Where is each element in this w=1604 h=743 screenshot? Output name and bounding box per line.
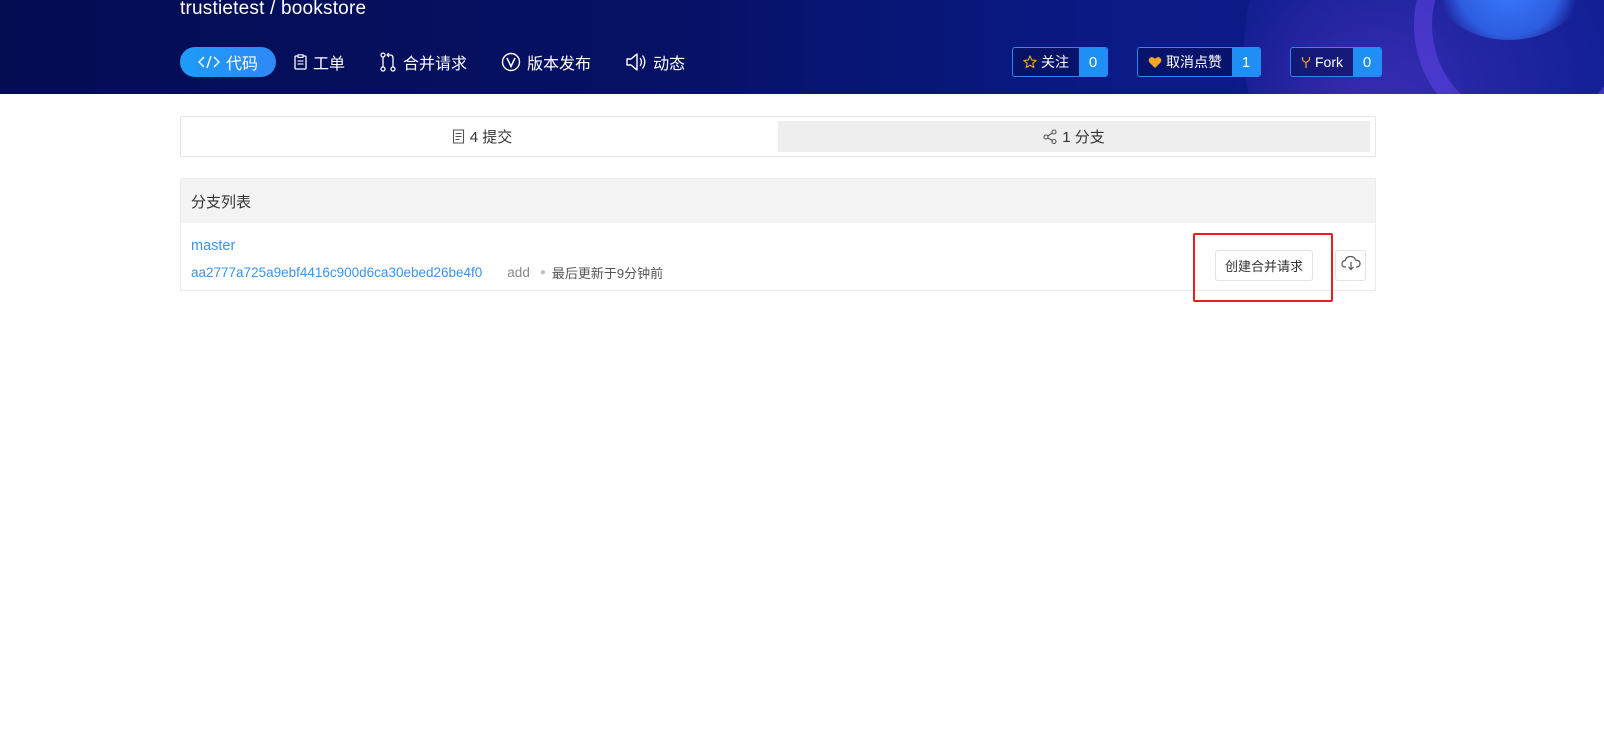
tab-pull-requests-label: 合并请求 bbox=[403, 56, 468, 73]
pull-request-icon bbox=[379, 52, 397, 72]
fork-count[interactable]: 0 bbox=[1353, 48, 1381, 76]
heart-icon bbox=[1148, 56, 1162, 69]
separator-dot: ● bbox=[539, 267, 546, 278]
branches-count: 1 分支 bbox=[1062, 129, 1105, 146]
like-count[interactable]: 1 bbox=[1232, 48, 1260, 76]
fork-label: Fork bbox=[1315, 54, 1343, 70]
tab-issues-label: 工单 bbox=[313, 56, 346, 73]
version-icon bbox=[501, 52, 521, 72]
repo-title[interactable]: trustietest / bookstore bbox=[180, 0, 366, 20]
repo-summary-bar: 4 提交 1 分支 bbox=[180, 116, 1376, 157]
like-label-area[interactable]: 取消点赞 bbox=[1138, 48, 1232, 76]
branches-tab[interactable]: 1 分支 bbox=[778, 121, 1370, 152]
tab-activity-label: 动态 bbox=[653, 56, 686, 73]
tab-releases[interactable]: 版本发布 bbox=[485, 47, 607, 77]
commit-document-icon bbox=[452, 129, 465, 144]
like-button[interactable]: 取消点赞 1 bbox=[1137, 47, 1261, 77]
star-icon bbox=[1023, 55, 1037, 69]
create-pull-request-button[interactable]: 创建合并请求 bbox=[1215, 250, 1313, 281]
commit-sha-link[interactable]: aa2777a725a9ebf4416c900d6ca30ebed26be4f0 bbox=[191, 265, 482, 280]
branch-name-link[interactable]: master bbox=[191, 238, 235, 254]
speaker-icon bbox=[625, 52, 647, 72]
branch-icon bbox=[1043, 129, 1057, 144]
tab-code-label: 代码 bbox=[226, 56, 259, 73]
repo-header: trustietest / bookstore 代码 工单 合并请求 版本发布 bbox=[0, 0, 1604, 94]
tab-issues[interactable]: 工单 bbox=[278, 47, 361, 77]
code-icon bbox=[198, 55, 220, 69]
clipboard-icon bbox=[294, 54, 307, 70]
commits-tab[interactable]: 4 提交 bbox=[186, 121, 778, 152]
commit-message: add bbox=[507, 265, 530, 280]
last-updated: 最后更新于9分钟前 bbox=[551, 266, 664, 281]
commits-count: 4 提交 bbox=[469, 129, 513, 146]
fork-button[interactable]: Fork 0 bbox=[1290, 47, 1382, 77]
repo-nav-tabs: 代码 工单 合并请求 版本发布 动态 bbox=[180, 47, 703, 77]
fork-icon bbox=[1301, 56, 1311, 69]
watch-button[interactable]: 关注 0 bbox=[1012, 47, 1108, 77]
like-label: 取消点赞 bbox=[1166, 54, 1222, 70]
watch-count[interactable]: 0 bbox=[1079, 48, 1107, 76]
cloud-download-icon bbox=[1340, 255, 1361, 276]
tab-pull-requests[interactable]: 合并请求 bbox=[363, 47, 483, 77]
watch-label-area[interactable]: 关注 bbox=[1013, 48, 1079, 76]
download-button[interactable] bbox=[1335, 250, 1366, 281]
tab-activity[interactable]: 动态 bbox=[609, 47, 701, 77]
branch-commit-info: aa2777a725a9ebf4416c900d6ca30ebed26be4f0… bbox=[191, 263, 663, 282]
fork-label-area[interactable]: Fork bbox=[1291, 48, 1353, 76]
tab-releases-label: 版本发布 bbox=[527, 56, 592, 73]
watch-label: 关注 bbox=[1041, 54, 1069, 70]
tab-code[interactable]: 代码 bbox=[180, 47, 277, 77]
branch-list-header: 分支列表 bbox=[181, 179, 1375, 223]
